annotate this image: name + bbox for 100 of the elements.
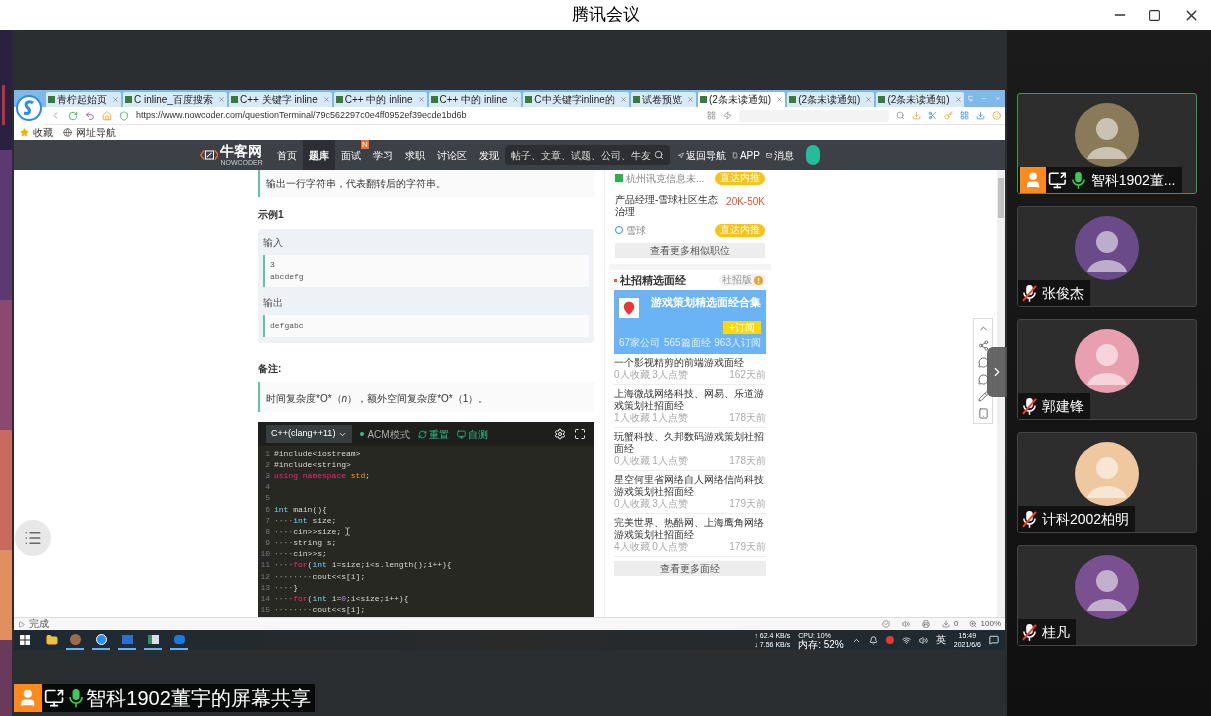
code-line: ····int size; xyxy=(274,516,337,525)
browser-tab[interactable]: 试卷预览 xyxy=(630,92,696,107)
participant-tile[interactable]: 计科2002柏明 xyxy=(1017,432,1197,533)
browser-tab[interactable]: C中关键字inline的 xyxy=(523,92,629,107)
expand-panel-button[interactable] xyxy=(987,347,1007,397)
close-tab-icon[interactable] xyxy=(686,96,694,103)
nav-link[interactable]: 面试 N xyxy=(334,140,367,170)
zoom-icon[interactable] xyxy=(968,620,977,628)
share-icon[interactable] xyxy=(977,340,989,351)
line-number: 15 xyxy=(259,606,271,615)
maximize-icon[interactable] xyxy=(1147,8,1161,22)
nav-link[interactable]: APP xyxy=(739,147,760,163)
comment-icon[interactable] xyxy=(977,374,989,385)
close-tab-icon[interactable] xyxy=(776,96,784,103)
post-title[interactable]: 星空何里省网络自人网络信尚科技游戏策划社招面经 xyxy=(614,474,766,498)
url-field[interactable]: https://www.nowcoder.com/questionTerminal/79c562297c0e4ff0952ef39ecde1bd6b xyxy=(136,111,467,120)
page-icon xyxy=(125,96,132,103)
close-tab-icon[interactable] xyxy=(322,96,330,103)
bookmark-link[interactable]: 收藏 xyxy=(33,127,53,138)
company-name: 雪球 xyxy=(626,223,647,238)
window-title: 腾讯会议 xyxy=(571,5,640,25)
bookmark-link[interactable]: 网址导航 xyxy=(76,127,116,138)
browser-tab[interactable]: C++ 中的 inline xyxy=(333,92,427,107)
self-test-button[interactable]: 自测 xyxy=(456,426,488,442)
language-select[interactable]: C++(clang++11) xyxy=(266,425,353,443)
nav-link[interactable]: 消息 xyxy=(774,147,795,163)
key-icon[interactable] xyxy=(944,111,953,120)
more-posts-button[interactable]: 查看更多面经 xyxy=(614,561,766,576)
nav-link[interactable]: 返回导航 xyxy=(685,147,726,163)
chat-icon[interactable] xyxy=(977,357,989,368)
search-field[interactable]: 帖子、文章、试题、公司、牛友 xyxy=(504,145,670,165)
mail-icon[interactable] xyxy=(765,150,773,160)
scissors-icon[interactable] xyxy=(928,111,937,120)
pencil-icon[interactable] xyxy=(977,391,989,402)
shield-icon xyxy=(119,110,129,121)
nav-link[interactable]: 首页 xyxy=(270,140,303,170)
page-icon xyxy=(789,96,797,103)
nav-link[interactable]: 求职 xyxy=(398,140,431,170)
tray-app-icon[interactable] xyxy=(885,636,894,644)
settings-icon[interactable] xyxy=(554,428,566,440)
post-title[interactable]: 一个影视精剪的前端游戏面经 xyxy=(614,357,766,369)
post-title[interactable]: 上海微战网络科技、网易、乐道游戏策划社招面经 xyxy=(614,388,766,412)
code-line: int main(){ xyxy=(274,505,327,514)
job-title: 产品经理-雪球社区生态治理 xyxy=(615,194,720,218)
home-icon[interactable] xyxy=(102,110,112,121)
participant-tile[interactable]: 郭建锋 xyxy=(1017,319,1197,420)
volume-icon[interactable] xyxy=(918,635,928,645)
line-number: 3 xyxy=(264,471,271,480)
browser-tab[interactable]: (2条未读通知) xyxy=(876,92,964,107)
bell-icon[interactable] xyxy=(868,635,878,645)
printer-icon[interactable] xyxy=(922,620,931,628)
nav-link[interactable]: 题库 xyxy=(302,140,335,170)
browser-tab[interactable]: C++ 关键字 inline xyxy=(228,92,332,107)
download-icon[interactable] xyxy=(942,620,951,628)
nav-link[interactable]: 发现 xyxy=(472,140,505,170)
reset-button[interactable]: 重置 xyxy=(417,426,449,442)
download-icon[interactable] xyxy=(976,111,985,120)
undo-icon[interactable] xyxy=(85,110,95,121)
fullscreen-icon[interactable] xyxy=(574,428,586,440)
navigation-arrow-icon[interactable] xyxy=(677,150,684,160)
more-jobs-button[interactable]: 查看更多相似职位 xyxy=(615,243,765,258)
browser-tab[interactable]: (2条未读通知) xyxy=(697,92,786,107)
post-age: 179天前 xyxy=(729,498,766,510)
close-tab-icon[interactable] xyxy=(954,96,962,103)
close-tab-icon[interactable] xyxy=(217,96,225,103)
browser-tab[interactable]: 青柠起始页 xyxy=(46,92,121,107)
folder-icon[interactable] xyxy=(46,634,58,646)
lightning-icon[interactable] xyxy=(723,111,732,120)
post-title[interactable]: 完美世界、热酷网、上海鹰角网络游戏策划社招面经 xyxy=(614,517,766,541)
close-tab-icon[interactable] xyxy=(512,96,520,103)
close-tab-icon[interactable] xyxy=(619,96,627,103)
grid-icon[interactable] xyxy=(707,111,716,120)
participant-tile[interactable]: 智科1902董... xyxy=(1017,93,1197,194)
post-title[interactable]: 玩蟹科技、久邦数码游戏策划社招面经 xyxy=(614,431,766,455)
window-icon[interactable] xyxy=(967,94,974,103)
browser-tab[interactable]: (2条未读通知) xyxy=(787,92,875,107)
code-line: using namespace std; xyxy=(274,471,371,480)
close-tab-icon[interactable] xyxy=(112,96,119,103)
participant-tile[interactable]: 张俊杰 xyxy=(1017,206,1197,307)
line-number: 8 xyxy=(264,527,271,536)
user-avatar[interactable] xyxy=(806,145,820,165)
participant-tile[interactable]: 桂凡 xyxy=(1017,545,1197,646)
download-icon[interactable] xyxy=(912,111,921,120)
check-icon[interactable] xyxy=(882,620,891,628)
nav-link[interactable]: 讨论区 xyxy=(430,140,473,170)
phone-icon[interactable] xyxy=(731,150,738,160)
close-tab-icon[interactable] xyxy=(865,96,873,103)
participant-name: 计科2002柏明 xyxy=(1041,512,1130,526)
apps-icon[interactable] xyxy=(960,111,969,120)
smile-icon[interactable] xyxy=(992,111,1001,120)
wifi-icon[interactable] xyxy=(901,635,911,645)
close-tab-icon[interactable] xyxy=(417,96,425,103)
nav-link[interactable]: 学习 xyxy=(366,140,399,170)
notification-icon[interactable] xyxy=(989,635,999,645)
input-method[interactable]: 英 xyxy=(935,635,946,645)
browser-tab[interactable]: C++ 中的 inline xyxy=(428,92,522,107)
browser-tab[interactable]: C inline_百度搜索 xyxy=(123,92,227,107)
tablet-icon[interactable] xyxy=(977,408,989,419)
start-icon[interactable] xyxy=(20,635,30,645)
refresh-icon[interactable] xyxy=(68,110,78,121)
